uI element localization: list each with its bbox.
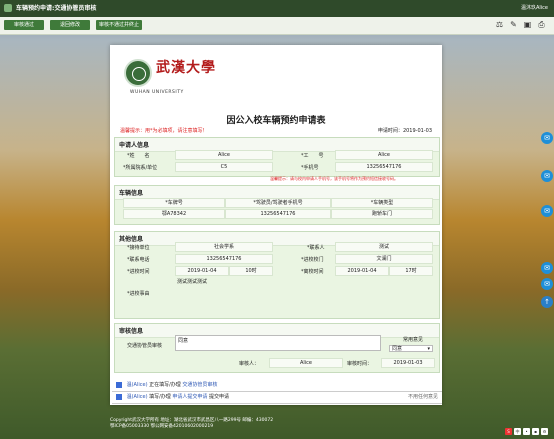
phone-field[interactable]: 13256547176 (335, 162, 433, 172)
audit-section: 审核信息 交通协管员审核 同意 常用意见 同意 ▾ 审核人： Alice 审核时间… (114, 323, 440, 373)
chat-icon[interactable]: ✉ (541, 132, 553, 144)
log-item: 温(Alice) 填写/办理 申请人提交申请 提交申请 不用任何意见 (112, 392, 442, 404)
gate-label: *进校校门 (301, 257, 324, 263)
phone-label: *手机号 (301, 165, 319, 171)
return-button[interactable]: 退回修改 (50, 20, 90, 30)
chevron-down-icon: ▾ (427, 346, 430, 352)
app-icon (4, 4, 12, 12)
leave-date-field[interactable]: 2019-01-04 (335, 266, 389, 276)
mic-icon[interactable]: • (523, 428, 530, 435)
entry-date-field[interactable]: 2019-01-04 (175, 266, 229, 276)
application-form: 武漢大學 WUHAN UNIVERSITY 因公入校车辆预约申请表 温馨提示：用… (110, 45, 442, 405)
auditor-field: Alice (269, 358, 343, 368)
reason-field[interactable]: 测试测试测试 (177, 278, 207, 285)
tray-icons: S 中 • ▪ ⚙ (505, 428, 548, 435)
audit-time-label: 审核时间： (347, 361, 373, 367)
tel-field[interactable]: 13256547176 (175, 254, 273, 264)
plate-field[interactable]: 鄂A78342 (123, 209, 225, 219)
opinion-label: 交通协管员审核 (127, 343, 163, 349)
log-link[interactable]: 申请人提交申请 (172, 394, 207, 400)
sogou-icon[interactable]: S (505, 428, 512, 435)
leave-time-label: *离校时间 (301, 269, 324, 275)
approve-button[interactable]: 审核通过 (4, 20, 44, 30)
id-label: *工 号 (301, 153, 324, 159)
chat-icon[interactable]: ✉ (541, 205, 553, 217)
current-user[interactable]: 温沐玖Alice (521, 4, 548, 11)
log-link[interactable]: 交通协管员审核 (182, 382, 217, 388)
vehicle-section: 车辆信息 *车牌号 *驾驶员/驾驶者手机号 *车辆类型 鄂A78342 1325… (114, 185, 440, 225)
dept-field[interactable]: C5 (175, 162, 273, 172)
opinion-textarea[interactable]: 同意 (175, 335, 381, 351)
input-method-icon[interactable]: 中 (514, 428, 521, 435)
footer: Copyright武汉大学所有 地址：湖北省武汉市武昌区八一路299号 邮编：4… (110, 418, 274, 429)
leave-hour-field[interactable]: 17时 (389, 266, 433, 276)
print-preview-icon[interactable]: ⚖ (495, 20, 504, 29)
vehicle-type-header: *车辆类型 (331, 198, 433, 208)
driver-phone-header: *驾驶员/驾驶者手机号 (225, 198, 331, 208)
dept-label: *所属院系/单位 (123, 165, 158, 171)
gate-field[interactable]: 文澜门 (335, 254, 433, 264)
edit-icon[interactable]: ✎ (509, 20, 518, 29)
log-item: 温(Alice) 正在填写/办理 交通协管员审核 (112, 380, 442, 392)
phone-warning: 温馨提示：请与校内申请人手机号，该手机号将作为预约短信接收号码。 (270, 176, 398, 181)
reason-label: *进校事由 (127, 291, 150, 297)
apply-time: 申请时间：2019-01-03 (377, 128, 432, 134)
applicant-section: 申请人信息 *姓 名 Alice *工 号 Alice *所属院系/单位 C5 … (114, 137, 440, 177)
tel-label: *联系电话 (127, 257, 150, 263)
chat-icon[interactable]: ✉ (541, 170, 553, 182)
print-icon[interactable]: ⎙ (537, 20, 546, 29)
id-field[interactable]: Alice (335, 150, 433, 160)
audit-time-field: 2019-01-03 (381, 358, 435, 368)
name-field[interactable]: Alice (175, 150, 273, 160)
form-title: 因公入校车辆预约申请表 (226, 116, 326, 126)
other-section: 其他信息 *接待单位 社会学系 *联系人 测试 *联系电话 1325654717… (114, 231, 440, 319)
common-opinion-select[interactable]: 同意 ▾ (389, 345, 433, 352)
entry-time-label: *进校时间 (127, 269, 150, 275)
unit-label: *接待单位 (127, 245, 150, 251)
window-title: 车辆预约申请:交通协管员审核 (16, 5, 97, 12)
workflow-log: 温(Alice) 正在填写/办理 交通协管员审核 温(Alice) 填写/办理 … (112, 380, 442, 404)
driver-phone-field[interactable]: 13256547176 (225, 209, 331, 219)
chat-icon[interactable]: ✉ (541, 262, 553, 274)
name-label: *姓 名 (127, 153, 150, 159)
reject-terminate-button[interactable]: 审核不通过并终止 (96, 20, 142, 30)
info-icon (116, 381, 122, 388)
toolbar: 审核通过 退回修改 审核不通过并终止 ⚖ ✎ ▣ ⎙ (0, 17, 554, 35)
logo-english: WUHAN UNIVERSITY (130, 90, 184, 95)
auditor-label: 审核人： (239, 361, 260, 367)
unit-field[interactable]: 社会学系 (175, 242, 273, 252)
info-icon (116, 393, 122, 400)
back-to-top-icon[interactable]: ↑ (541, 296, 553, 308)
university-seal-icon (124, 59, 152, 87)
required-hint: 温馨提示：用*为必填项，请注意填写！ (120, 128, 208, 134)
entry-hour-field[interactable]: 10时 (229, 266, 273, 276)
plate-header: *车牌号 (123, 198, 225, 208)
save-icon[interactable]: ▣ (523, 20, 532, 29)
common-opinion-label: 常用意见 (403, 337, 424, 343)
logo-chinese: 武漢大學 (156, 60, 216, 76)
title-bar: 车辆预约申请:交通协管员审核 温沐玖Alice (0, 0, 554, 17)
vehicle-type-field[interactable]: 跑轿车门 (331, 209, 433, 219)
chat-icon[interactable]: ✉ (541, 278, 553, 290)
contact-label: *联系人 (307, 245, 325, 251)
keyboard-icon[interactable]: ▪ (532, 428, 539, 435)
contact-field[interactable]: 测试 (335, 242, 433, 252)
settings-icon[interactable]: ⚙ (541, 428, 548, 435)
